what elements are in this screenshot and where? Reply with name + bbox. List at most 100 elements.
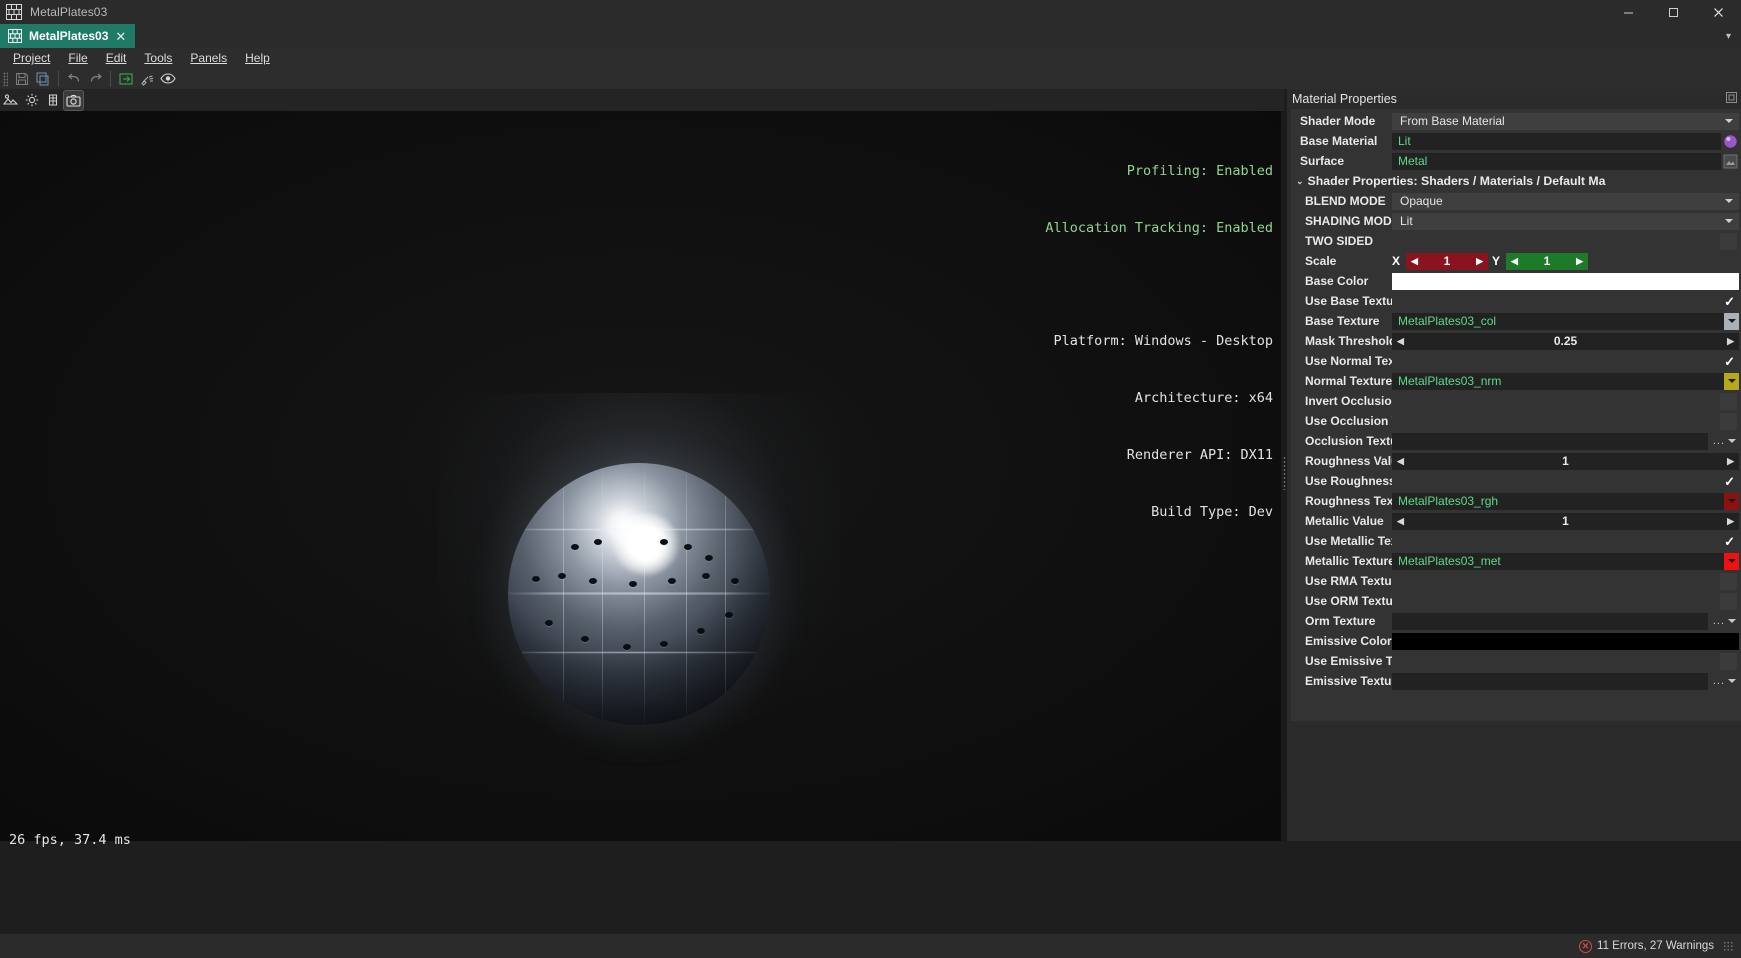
invert-occlusion-checkbox[interactable] <box>1720 392 1737 410</box>
chevron-down-icon[interactable] <box>1728 619 1736 623</box>
occlusion-texture-browse-button[interactable]: ... <box>1710 435 1728 447</box>
maximize-button[interactable] <box>1651 0 1696 24</box>
use-emissive-texture-checkbox[interactable] <box>1720 652 1737 670</box>
base-material-field[interactable]: Lit <box>1392 132 1721 150</box>
chevron-down-icon[interactable] <box>1728 439 1736 443</box>
save-all-icon[interactable] <box>33 70 53 88</box>
use-rma-texture-checkbox[interactable] <box>1720 572 1737 590</box>
surface-field[interactable]: Metal <box>1392 152 1721 170</box>
menu-file[interactable]: File <box>59 49 96 67</box>
undo-icon[interactable] <box>64 70 84 88</box>
normal-texture-field[interactable]: MetalPlates03_nrm <box>1392 372 1724 390</box>
emissive-texture-field[interactable] <box>1392 672 1708 690</box>
camera-icon[interactable] <box>63 89 84 111</box>
row-base-material: Base Material Lit <box>1291 131 1741 151</box>
tab-metalplates03[interactable]: MetalPlates03 ✕ <box>0 24 136 48</box>
right-arrow-icon[interactable]: ▶ <box>1476 256 1483 267</box>
use-occlusion-texture-checkbox[interactable] <box>1720 412 1737 430</box>
orm-texture-field[interactable] <box>1392 612 1708 630</box>
label-normal-texture: Normal Texture <box>1305 374 1392 388</box>
chevron-down-icon[interactable]: ▾ <box>1716 24 1741 48</box>
status-bar-right[interactable]: ✕ 11 Errors, 27 Warnings <box>1579 939 1741 953</box>
menu-project[interactable]: Project <box>4 49 59 67</box>
asset-preview-icon[interactable] <box>1 91 20 110</box>
section-shader-properties[interactable]: ⌄ Shader Properties: Shaders / Materials… <box>1291 171 1741 191</box>
left-arrow-icon[interactable]: ◀ <box>1397 456 1404 467</box>
metallic-texture-value: MetalPlates03_met <box>1398 554 1501 568</box>
menu-tools[interactable]: Tools <box>135 49 181 67</box>
dock-panel-icon[interactable] <box>1726 90 1737 108</box>
use-roughness-checkbox[interactable]: ✓ <box>1724 475 1735 488</box>
row-base-texture: Base Texture MetalPlates03_col <box>1291 311 1741 331</box>
metallic-texture-thumbnail[interactable] <box>1724 552 1739 570</box>
menu-panels[interactable]: Panels <box>181 49 236 67</box>
left-arrow-icon[interactable]: ◀ <box>1397 336 1404 347</box>
scale-x-stepper[interactable]: ◀ 1 ▶ <box>1406 252 1488 270</box>
normal-texture-value: MetalPlates03_nrm <box>1398 374 1502 388</box>
shading-mode-dropdown[interactable]: Lit <box>1392 212 1739 230</box>
grid-icon[interactable] <box>43 91 62 110</box>
row-two-sided: TWO SIDED <box>1291 231 1741 251</box>
row-shading-mode: SHADING MODE Lit <box>1291 211 1741 231</box>
left-arrow-icon[interactable]: ◀ <box>1397 516 1404 527</box>
right-arrow-icon[interactable]: ▶ <box>1727 516 1734 527</box>
orm-texture-browse-button[interactable]: ... <box>1710 615 1728 627</box>
lighting-icon[interactable] <box>22 91 41 110</box>
base-texture-thumbnail[interactable] <box>1724 312 1739 330</box>
material-preview-viewport[interactable]: Profiling: Enabled Allocation Tracking: … <box>0 111 1281 841</box>
two-sided-checkbox[interactable] <box>1720 232 1737 250</box>
normal-texture-thumbnail[interactable] <box>1724 372 1739 390</box>
metallic-value: 1 <box>1562 514 1569 528</box>
clean-icon[interactable] <box>137 70 157 88</box>
right-arrow-icon[interactable]: ▶ <box>1727 456 1734 467</box>
preview-sphere <box>438 393 840 795</box>
label-mask-threshold: Mask Threshold <box>1305 334 1392 348</box>
scale-y-stepper[interactable]: ◀ 1 ▶ <box>1506 252 1588 270</box>
sphere-asset-icon[interactable] <box>1722 133 1739 150</box>
resize-grip-icon[interactable] <box>1723 941 1733 951</box>
use-metallic-texture-checkbox[interactable]: ✓ <box>1724 535 1735 548</box>
left-arrow-icon[interactable]: ◀ <box>1511 256 1518 267</box>
chevron-down-icon[interactable] <box>1728 679 1736 683</box>
mask-threshold-slider[interactable]: ◀ 0.25 ▶ <box>1392 332 1739 350</box>
menu-help[interactable]: Help <box>236 49 279 67</box>
metallic-texture-field[interactable]: MetalPlates03_met <box>1392 552 1724 570</box>
redo-icon[interactable] <box>85 70 105 88</box>
shader-mode-dropdown[interactable]: From Base Material <box>1392 112 1739 130</box>
emissive-color-swatch[interactable] <box>1392 632 1739 650</box>
label-emissive-texture: Emissive Texture <box>1305 674 1392 688</box>
toolbar-drag-handle[interactable] <box>3 71 8 86</box>
use-base-texture-checkbox[interactable]: ✓ <box>1724 295 1735 308</box>
label-use-normal-texture: Use Normal Texture <box>1305 354 1392 368</box>
scale-y-value: 1 <box>1543 254 1551 268</box>
tab-close-icon[interactable]: ✕ <box>115 30 126 43</box>
row-roughness-texture: Roughness Texture MetalPlates03_rgh <box>1291 491 1741 511</box>
right-arrow-icon[interactable]: ▶ <box>1576 256 1583 267</box>
roughness-texture-field[interactable]: MetalPlates03_rgh <box>1392 492 1724 510</box>
occlusion-texture-field[interactable] <box>1392 432 1708 450</box>
label-scale: Scale <box>1305 254 1337 268</box>
use-orm-texture-checkbox[interactable] <box>1720 592 1737 610</box>
tab-strip-spacer <box>135 24 1716 48</box>
close-button[interactable] <box>1696 0 1741 24</box>
minimize-button[interactable] <box>1606 0 1651 24</box>
surface-asset-icon[interactable] <box>1722 153 1739 170</box>
roughness-texture-thumbnail[interactable] <box>1724 492 1739 510</box>
label-use-rma-texture: Use RMA Texture <box>1305 574 1392 588</box>
save-icon[interactable] <box>12 70 32 88</box>
right-arrow-icon[interactable]: ▶ <box>1727 336 1734 347</box>
row-roughness-value: Roughness Value ◀ 1 ▶ <box>1291 451 1741 471</box>
export-icon[interactable] <box>116 70 136 88</box>
preview-eye-icon[interactable] <box>158 70 178 88</box>
roughness-value-slider[interactable]: ◀ 1 ▶ <box>1392 452 1739 470</box>
base-texture-field[interactable]: MetalPlates03_col <box>1392 312 1724 330</box>
emissive-texture-browse-button[interactable]: ... <box>1710 675 1728 687</box>
metallic-value-slider[interactable]: ◀ 1 ▶ <box>1392 512 1739 530</box>
menu-edit[interactable]: Edit <box>97 49 136 67</box>
tab-strip: MetalPlates03 ✕ ▾ <box>0 24 1741 48</box>
chevron-down-icon <box>1725 119 1733 123</box>
left-arrow-icon[interactable]: ◀ <box>1411 256 1418 267</box>
blend-mode-dropdown[interactable]: Opaque <box>1392 192 1739 210</box>
base-color-swatch[interactable] <box>1392 272 1739 290</box>
use-normal-texture-checkbox[interactable]: ✓ <box>1724 355 1735 368</box>
